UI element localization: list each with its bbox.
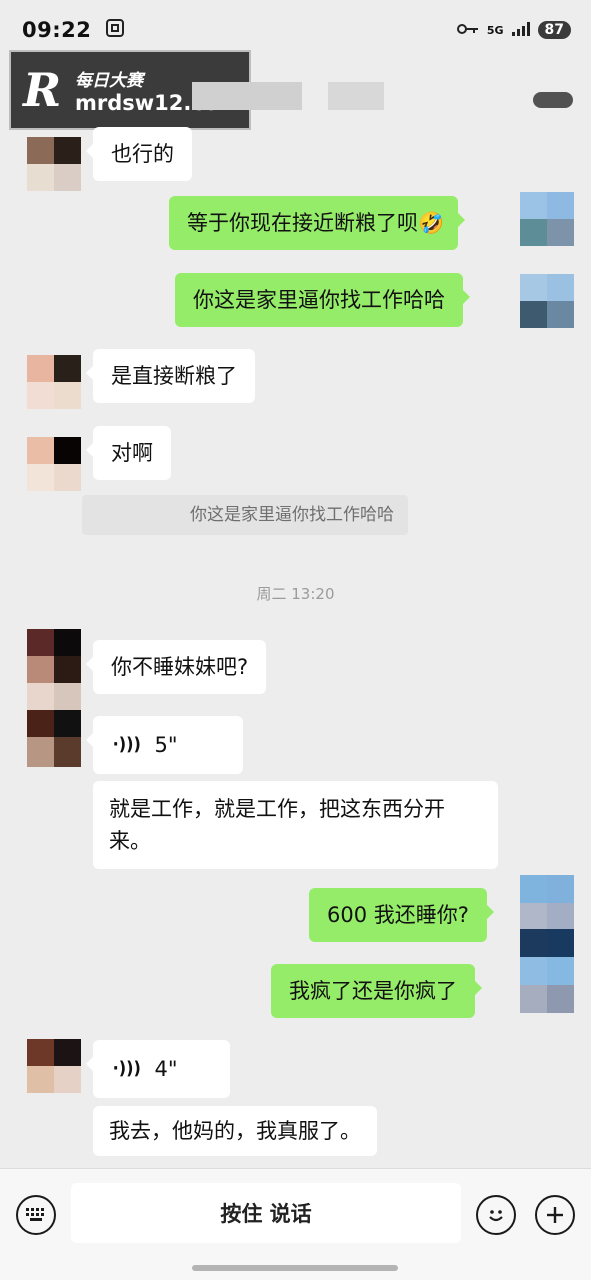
key-icon (456, 23, 479, 38)
hold-to-talk-button[interactable]: 按住 说话 (71, 1183, 461, 1243)
home-indicator (192, 1265, 398, 1271)
plus-icon[interactable] (535, 1195, 575, 1235)
message-bubble-outgoing[interactable]: 600 我还睡你? (309, 888, 494, 942)
input-bar: 按住 说话 (0, 1168, 591, 1280)
message-bubble-incoming[interactable]: 也行的 (86, 127, 192, 181)
quoted-message[interactable]: 你这是家里逼你找工作哈哈 (82, 495, 408, 535)
my-avatar[interactable] (520, 274, 574, 328)
message-bubble-incoming[interactable]: 你不睡妹妹吧? (85, 640, 267, 694)
keyboard-icon[interactable] (16, 1195, 56, 1235)
message-text: 就是工作，就是工作，把这东西分开来。 (109, 797, 445, 853)
contact-avatar[interactable] (27, 629, 81, 683)
voice-wave-icon: ·))) (112, 1058, 141, 1079)
watermark-logo: R (23, 63, 62, 117)
contact-avatar[interactable] (27, 355, 81, 409)
chat-header: R 每日大赛 mrdsw12.com (0, 50, 591, 138)
contact-avatar[interactable] (27, 737, 81, 767)
voice-wave-icon: ·))) (112, 734, 141, 755)
network-label: 5G (486, 23, 504, 37)
voice-message-bubble[interactable]: ·))) 5" (86, 716, 243, 774)
voice-duration: 4" (154, 1057, 178, 1081)
voice-message-bubble[interactable]: ·))) 4" (86, 1040, 230, 1098)
my-avatar[interactable] (520, 875, 574, 931)
emoji-icon[interactable] (476, 1195, 516, 1235)
contact-avatar[interactable] (27, 437, 81, 491)
battery-badge: 87 (537, 21, 571, 39)
message-bubble-incoming[interactable]: 我去，他妈的，我真服了。 (93, 1106, 377, 1156)
message-bubble-incoming[interactable]: 对啊 (86, 426, 171, 480)
message-bubble-incoming[interactable]: 就是工作，就是工作，把这东西分开来。 (93, 781, 498, 869)
my-avatar[interactable] (520, 192, 574, 246)
more-options-icon[interactable] (533, 92, 573, 108)
chat-timestamp: 周二 13:20 (256, 585, 335, 603)
contact-avatar[interactable] (27, 1039, 81, 1093)
message-bubble-incoming[interactable]: 是直接断粮了 (86, 349, 255, 403)
signal-icon (511, 21, 530, 39)
status-time: 09:22 (22, 18, 92, 42)
voice-duration: 5" (154, 733, 178, 757)
contact-avatar[interactable] (27, 137, 81, 191)
blurred-chat-title (192, 82, 302, 110)
quoted-message-text: 你这是家里逼你找工作哈哈 (190, 505, 394, 525)
my-avatar[interactable] (520, 929, 574, 1013)
blurred-chat-title-extra (328, 82, 384, 110)
message-bubble-outgoing[interactable]: 等于你现在接近断粮了呗🤣 (169, 196, 466, 250)
message-bubble-outgoing[interactable]: 你这是家里逼你找工作哈哈 (175, 273, 470, 327)
contact-avatar[interactable] (27, 683, 81, 737)
screenshot-icon (105, 18, 125, 42)
message-bubble-outgoing[interactable]: 我疯了还是你疯了 (271, 964, 482, 1018)
